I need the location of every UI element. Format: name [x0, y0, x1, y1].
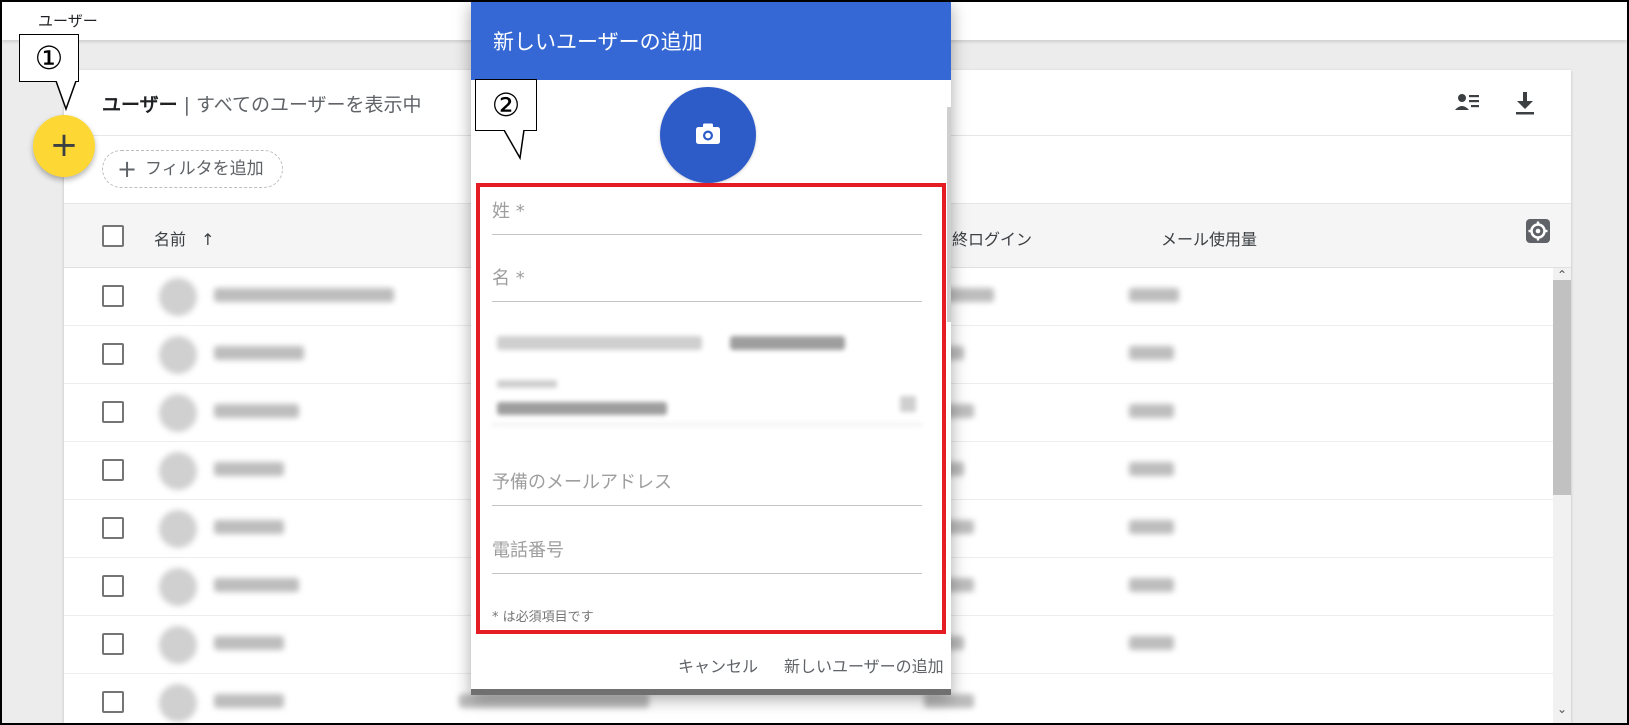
- avatar: [159, 452, 197, 490]
- row-checkbox[interactable]: [102, 285, 124, 307]
- avatar: [159, 394, 197, 432]
- add-filter-button[interactable]: + フィルタを追加: [102, 150, 283, 188]
- dialog-scrollbar-thumb[interactable]: [947, 107, 951, 322]
- page-title-main: ユーザー: [102, 94, 178, 116]
- callout-2-label: ②: [491, 86, 521, 124]
- camera-icon: [696, 123, 720, 144]
- row-checkbox[interactable]: [102, 633, 124, 655]
- callout-1: ①: [19, 34, 79, 112]
- dialog-header: 新しいユーザーの追加: [471, 2, 951, 80]
- redacted-text: [1129, 578, 1174, 592]
- redacted-text: [214, 578, 299, 592]
- column-header-name[interactable]: 名前 ↑: [154, 226, 215, 250]
- redacted-text: [1129, 462, 1174, 476]
- scroll-up-arrow-icon[interactable]: ⌃: [1557, 268, 1567, 282]
- upload-photo-button[interactable]: [660, 87, 756, 183]
- redacted-text: [214, 694, 284, 708]
- row-checkbox[interactable]: [102, 575, 124, 597]
- scroll-down-arrow-icon[interactable]: ⌄: [1557, 702, 1567, 716]
- add-person-list-icon[interactable]: [1452, 88, 1482, 118]
- redacted-text: [1129, 636, 1174, 650]
- add-user-fab[interactable]: +: [33, 115, 95, 177]
- row-checkbox[interactable]: [102, 343, 124, 365]
- column-header-mail-usage[interactable]: メール使用量: [1161, 226, 1257, 250]
- redacted-text: [214, 346, 304, 360]
- row-checkbox[interactable]: [102, 691, 124, 713]
- select-all-checkbox[interactable]: [102, 225, 124, 247]
- callout-2-pointer: [503, 130, 525, 161]
- callout-2: ②: [475, 79, 537, 161]
- dialog-title: 新しいユーザーの追加: [493, 30, 703, 54]
- table-scrollbar-thumb[interactable]: [1553, 280, 1571, 495]
- page-title-separator: |: [183, 94, 191, 116]
- row-checkbox[interactable]: [102, 401, 124, 423]
- avatar: [159, 568, 197, 606]
- redacted-text: [459, 694, 649, 708]
- redacted-text: [1129, 346, 1174, 360]
- column-header-last-login[interactable]: 終ログイン: [952, 226, 1032, 250]
- highlight-box: [476, 183, 946, 634]
- redacted-text: [1129, 404, 1174, 418]
- page-title-sub: すべてのユーザーを表示中: [196, 94, 422, 116]
- avatar: [159, 626, 197, 664]
- row-checkbox[interactable]: [102, 517, 124, 539]
- callout-1-pointer: [55, 81, 77, 112]
- gear-icon[interactable]: [1525, 218, 1551, 244]
- app-title: ユーザー: [38, 12, 98, 30]
- redacted-text: [214, 288, 394, 302]
- add-user-dialog: 新しいユーザーの追加 ② 姓 * 名 * 予備のメールアドレス 電話番号 * は…: [471, 2, 951, 695]
- screenshot-frame: ユーザー ユーザー | すべてのユーザーを表示中 + フィルタを追加 名前 ↑ …: [0, 0, 1629, 725]
- add-filter-label: フィルタを追加: [145, 159, 264, 179]
- cancel-button[interactable]: キャンセル: [678, 653, 758, 677]
- redacted-text: [1129, 288, 1179, 302]
- redacted-text: [214, 462, 284, 476]
- dialog-bottom-bar: [471, 689, 951, 695]
- redacted-text: [214, 404, 299, 418]
- avatar: [159, 684, 197, 722]
- page-title: ユーザー | すべてのユーザーを表示中: [102, 90, 422, 117]
- avatar: [159, 336, 197, 374]
- download-icon[interactable]: [1510, 88, 1540, 118]
- redacted-text: [214, 636, 284, 650]
- add-new-user-button[interactable]: 新しいユーザーの追加: [784, 653, 944, 677]
- avatar: [159, 278, 197, 316]
- row-checkbox[interactable]: [102, 459, 124, 481]
- avatar: [159, 510, 197, 548]
- redacted-text: [1129, 520, 1174, 534]
- redacted-text: [214, 520, 284, 534]
- callout-1-label: ①: [34, 39, 64, 77]
- plus-icon: +: [117, 155, 138, 183]
- redacted-text: [924, 694, 974, 708]
- column-header-name-label: 名前: [154, 230, 187, 249]
- sort-ascending-icon: ↑: [201, 230, 215, 249]
